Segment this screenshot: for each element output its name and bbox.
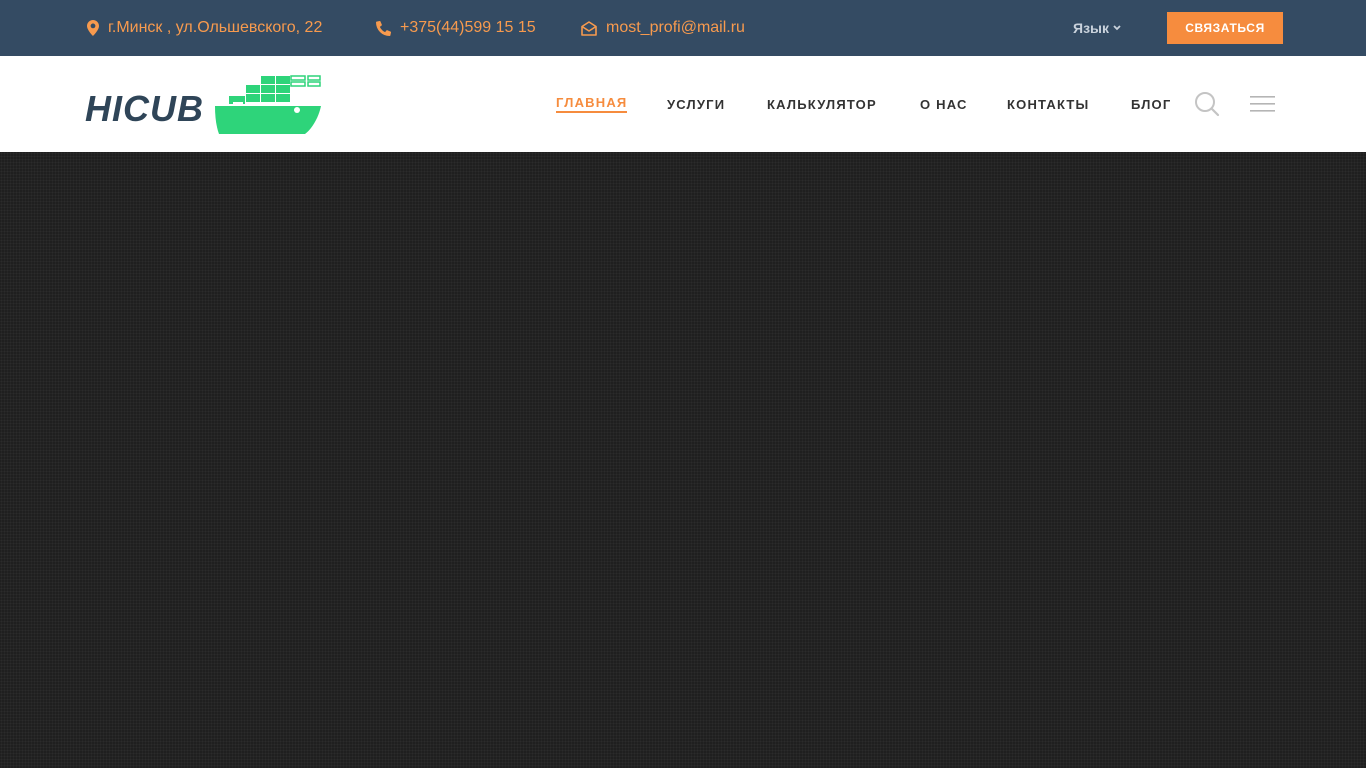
contact-us-button[interactable]: Связаться: [1167, 12, 1283, 44]
search-icon: [1195, 92, 1220, 117]
address-text: г.Минск , ул.Ольшевского, 22: [108, 19, 323, 36]
nav-about[interactable]: О нас: [920, 56, 968, 152]
phone-link[interactable]: +375(44)599 15 15: [376, 0, 536, 56]
language-label: Язык: [1073, 20, 1109, 36]
search-button[interactable]: [1194, 91, 1220, 117]
nav-services[interactable]: Услуги: [667, 56, 725, 152]
email-text: most_profi@mail.ru: [606, 19, 745, 36]
phone-icon: [376, 20, 391, 36]
phone-text: +375(44)599 15 15: [400, 19, 536, 36]
nav-home-label: Главная: [556, 95, 628, 113]
main-header: HICUB Главная Услуги Калькулятор О на: [0, 56, 1366, 152]
email-link[interactable]: most_profi@mail.ru: [581, 0, 745, 56]
nav-calculator[interactable]: Калькулятор: [767, 56, 877, 152]
top-bar: г.Минск , ул.Ольшевского, 22 +375(44)599…: [0, 0, 1366, 56]
nav-home[interactable]: Главная: [556, 56, 628, 152]
envelope-icon: [581, 20, 597, 36]
nav-blog[interactable]: Блог: [1131, 56, 1171, 152]
address-link[interactable]: г.Минск , ул.Ольшевского, 22: [87, 0, 322, 56]
hero-section: [0, 152, 1366, 768]
map-marker-icon: [87, 20, 99, 36]
nav-contacts[interactable]: Контакты: [1007, 56, 1089, 152]
language-dropdown[interactable]: Язык: [1073, 0, 1121, 56]
hamburger-menu-icon: [1250, 96, 1275, 112]
logo-text: HICUB: [85, 88, 204, 129]
chevron-down-icon: [1113, 25, 1121, 31]
logo[interactable]: HICUB: [85, 74, 325, 136]
hamburger-menu-button[interactable]: [1250, 93, 1276, 115]
cargo-ship-icon: [215, 75, 321, 134]
